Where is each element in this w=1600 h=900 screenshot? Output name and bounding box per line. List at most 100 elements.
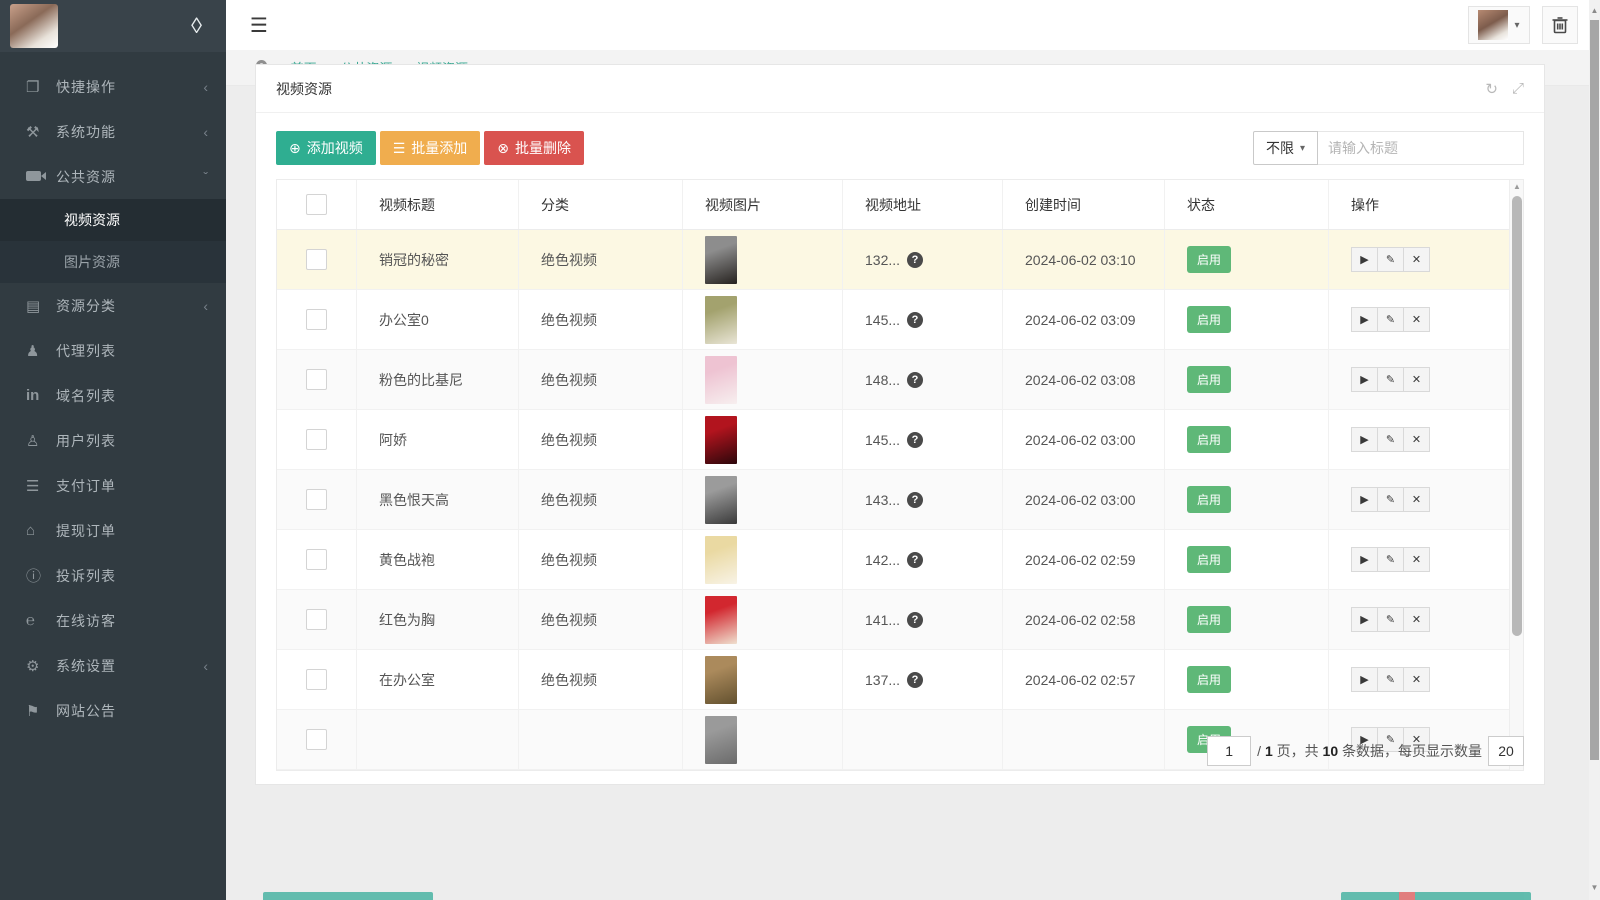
edit-button[interactable]: ✎: [1377, 427, 1404, 452]
question-mark-icon[interactable]: ?: [907, 311, 924, 328]
question-mark-icon[interactable]: ?: [907, 491, 924, 508]
delete-button[interactable]: ✕: [1403, 547, 1430, 572]
page-size-input[interactable]: [1488, 736, 1524, 766]
scroll-up-icon[interactable]: ▲: [1510, 180, 1524, 194]
edit-button[interactable]: ✎: [1377, 547, 1404, 572]
play-button[interactable]: ▶: [1351, 487, 1378, 512]
sidebar-menu: ❐ 快捷操作 ‹ ⚒ 系统功能 ‹ 公共资源 ˇ 视频资源 图片资源 ▤ 资源分…: [0, 52, 226, 733]
sidebar-item-system-functions[interactable]: ⚒ 系统功能 ‹: [0, 109, 226, 154]
page-scrollbar[interactable]: ▲ ▼: [1589, 0, 1600, 900]
sidebar-item-video-resources[interactable]: 视频资源: [0, 199, 226, 241]
play-button[interactable]: ▶: [1351, 307, 1378, 332]
video-thumbnail[interactable]: [705, 655, 737, 704]
refresh-icon[interactable]: ↻: [1485, 80, 1498, 98]
question-mark-icon[interactable]: ?: [907, 551, 924, 568]
question-mark-icon[interactable]: ?: [907, 251, 924, 268]
video-thumbnail[interactable]: [705, 475, 737, 524]
question-mark-icon[interactable]: ?: [907, 431, 924, 448]
video-thumbnail[interactable]: [705, 235, 737, 284]
sidebar-item-withdrawal-orders[interactable]: ⌂ 提现订单: [0, 508, 226, 553]
question-mark-icon[interactable]: ?: [907, 371, 924, 388]
table-scrollbar[interactable]: ▲ ▼: [1509, 180, 1523, 770]
sidebar-item-site-announcement[interactable]: ⚑ 网站公告: [0, 688, 226, 733]
play-button[interactable]: ▶: [1351, 247, 1378, 272]
delete-button[interactable]: ✕: [1403, 367, 1430, 392]
sidebar-item-complaint-list[interactable]: ⓘ 投诉列表: [0, 553, 226, 598]
category-filter-dropdown[interactable]: 不限 ▾: [1252, 131, 1318, 165]
table-row: 办公室0 绝色视频 145... ? 2024-06-02 03:09 启用 ▶…: [277, 290, 1523, 350]
sidebar-item-public-resources[interactable]: 公共资源 ˇ: [0, 154, 226, 199]
delete-button[interactable]: ✕: [1403, 247, 1430, 272]
scroll-down-icon[interactable]: ▼: [1589, 883, 1600, 892]
delete-button[interactable]: ✕: [1403, 427, 1430, 452]
row-actions: ▶ ✎ ✕: [1351, 607, 1430, 632]
edit-button[interactable]: ✎: [1377, 367, 1404, 392]
edit-button[interactable]: ✎: [1377, 667, 1404, 692]
trash-button[interactable]: [1542, 6, 1578, 44]
page-number-input[interactable]: [1207, 736, 1252, 766]
sidebar-item-image-resources[interactable]: 图片资源: [0, 241, 226, 283]
status-badge: 启用: [1187, 486, 1232, 513]
scroll-up-icon[interactable]: ▲: [1589, 6, 1600, 15]
row-checkbox[interactable]: [306, 729, 327, 750]
sidebar-item-agent-list[interactable]: ♟ 代理列表: [0, 328, 226, 373]
sidebar-avatar[interactable]: [10, 4, 58, 48]
scrollbar-thumb[interactable]: [1512, 196, 1522, 636]
delete-button[interactable]: ✕: [1403, 667, 1430, 692]
delete-button[interactable]: ✕: [1403, 487, 1430, 512]
scrollbar-thumb[interactable]: [1590, 20, 1599, 760]
add-video-button[interactable]: ⊕ 添加视频: [276, 131, 376, 165]
title-search-input[interactable]: [1318, 131, 1524, 165]
edit-button[interactable]: ✎: [1377, 487, 1404, 512]
edit-button[interactable]: ✎: [1377, 607, 1404, 632]
row-checkbox[interactable]: [306, 429, 327, 450]
play-button[interactable]: ▶: [1351, 667, 1378, 692]
hamburger-menu-icon[interactable]: ☰: [250, 13, 268, 38]
row-checkbox[interactable]: [306, 369, 327, 390]
batch-add-button[interactable]: ☰ 批量添加: [379, 131, 481, 165]
created-time: [1003, 710, 1165, 769]
delete-button[interactable]: ✕: [1403, 607, 1430, 632]
sidebar-item-online-visitors[interactable]: ℮ 在线访客: [0, 598, 226, 643]
video-thumbnail[interactable]: [705, 415, 737, 464]
edit-button[interactable]: ✎: [1377, 307, 1404, 332]
user-icon: ♙: [26, 432, 40, 450]
delete-button[interactable]: ✕: [1403, 307, 1430, 332]
sidebar-item-system-settings[interactable]: ⚙ 系统设置 ‹: [0, 643, 226, 688]
row-checkbox[interactable]: [306, 669, 327, 690]
sidebar-item-user-list[interactable]: ♙ 用户列表: [0, 418, 226, 463]
select-all-checkbox[interactable]: [306, 194, 327, 215]
sidebar-item-resource-categories[interactable]: ▤ 资源分类 ‹: [0, 283, 226, 328]
row-checkbox[interactable]: [306, 609, 327, 630]
sidebar-item-domain-list[interactable]: in 域名列表: [0, 373, 226, 418]
edit-button[interactable]: ✎: [1377, 247, 1404, 272]
pagination: / 1 页，共 10 条数据，每页显示数量: [1207, 736, 1524, 766]
video-thumbnail[interactable]: [705, 595, 737, 644]
expand-icon[interactable]: ⤢: [1512, 80, 1524, 98]
row-checkbox[interactable]: [306, 549, 327, 570]
play-button[interactable]: ▶: [1351, 607, 1378, 632]
status-badge: 启用: [1187, 606, 1232, 633]
row-checkbox[interactable]: [306, 489, 327, 510]
video-thumbnail[interactable]: [705, 355, 737, 404]
video-url: 142...: [865, 551, 901, 568]
play-button[interactable]: ▶: [1351, 427, 1378, 452]
video-thumbnail[interactable]: [705, 715, 737, 764]
row-checkbox[interactable]: [306, 309, 327, 330]
info-circle-icon: ⓘ: [26, 568, 42, 585]
play-button[interactable]: ▶: [1351, 547, 1378, 572]
question-mark-icon[interactable]: ?: [907, 611, 924, 628]
user-avatar-button[interactable]: ▾: [1468, 6, 1530, 44]
video-thumbnail[interactable]: [705, 295, 737, 344]
batch-delete-button[interactable]: ⊗ 批量删除: [484, 131, 585, 165]
sidebar-item-payment-orders[interactable]: ☰ 支付订单: [0, 463, 226, 508]
video-thumbnail[interactable]: [705, 535, 737, 584]
sidebar-item-quick-actions[interactable]: ❐ 快捷操作 ‹: [0, 64, 226, 109]
question-mark-icon[interactable]: ?: [907, 671, 924, 688]
row-checkbox[interactable]: [306, 249, 327, 270]
video-category: 绝色视频: [519, 290, 683, 349]
play-button[interactable]: ▶: [1351, 367, 1378, 392]
sidebar-item-label: 资源分类: [56, 297, 116, 314]
circle-x-icon: ⊗: [497, 139, 510, 156]
droplet-logo-icon: ◊: [191, 13, 202, 38]
